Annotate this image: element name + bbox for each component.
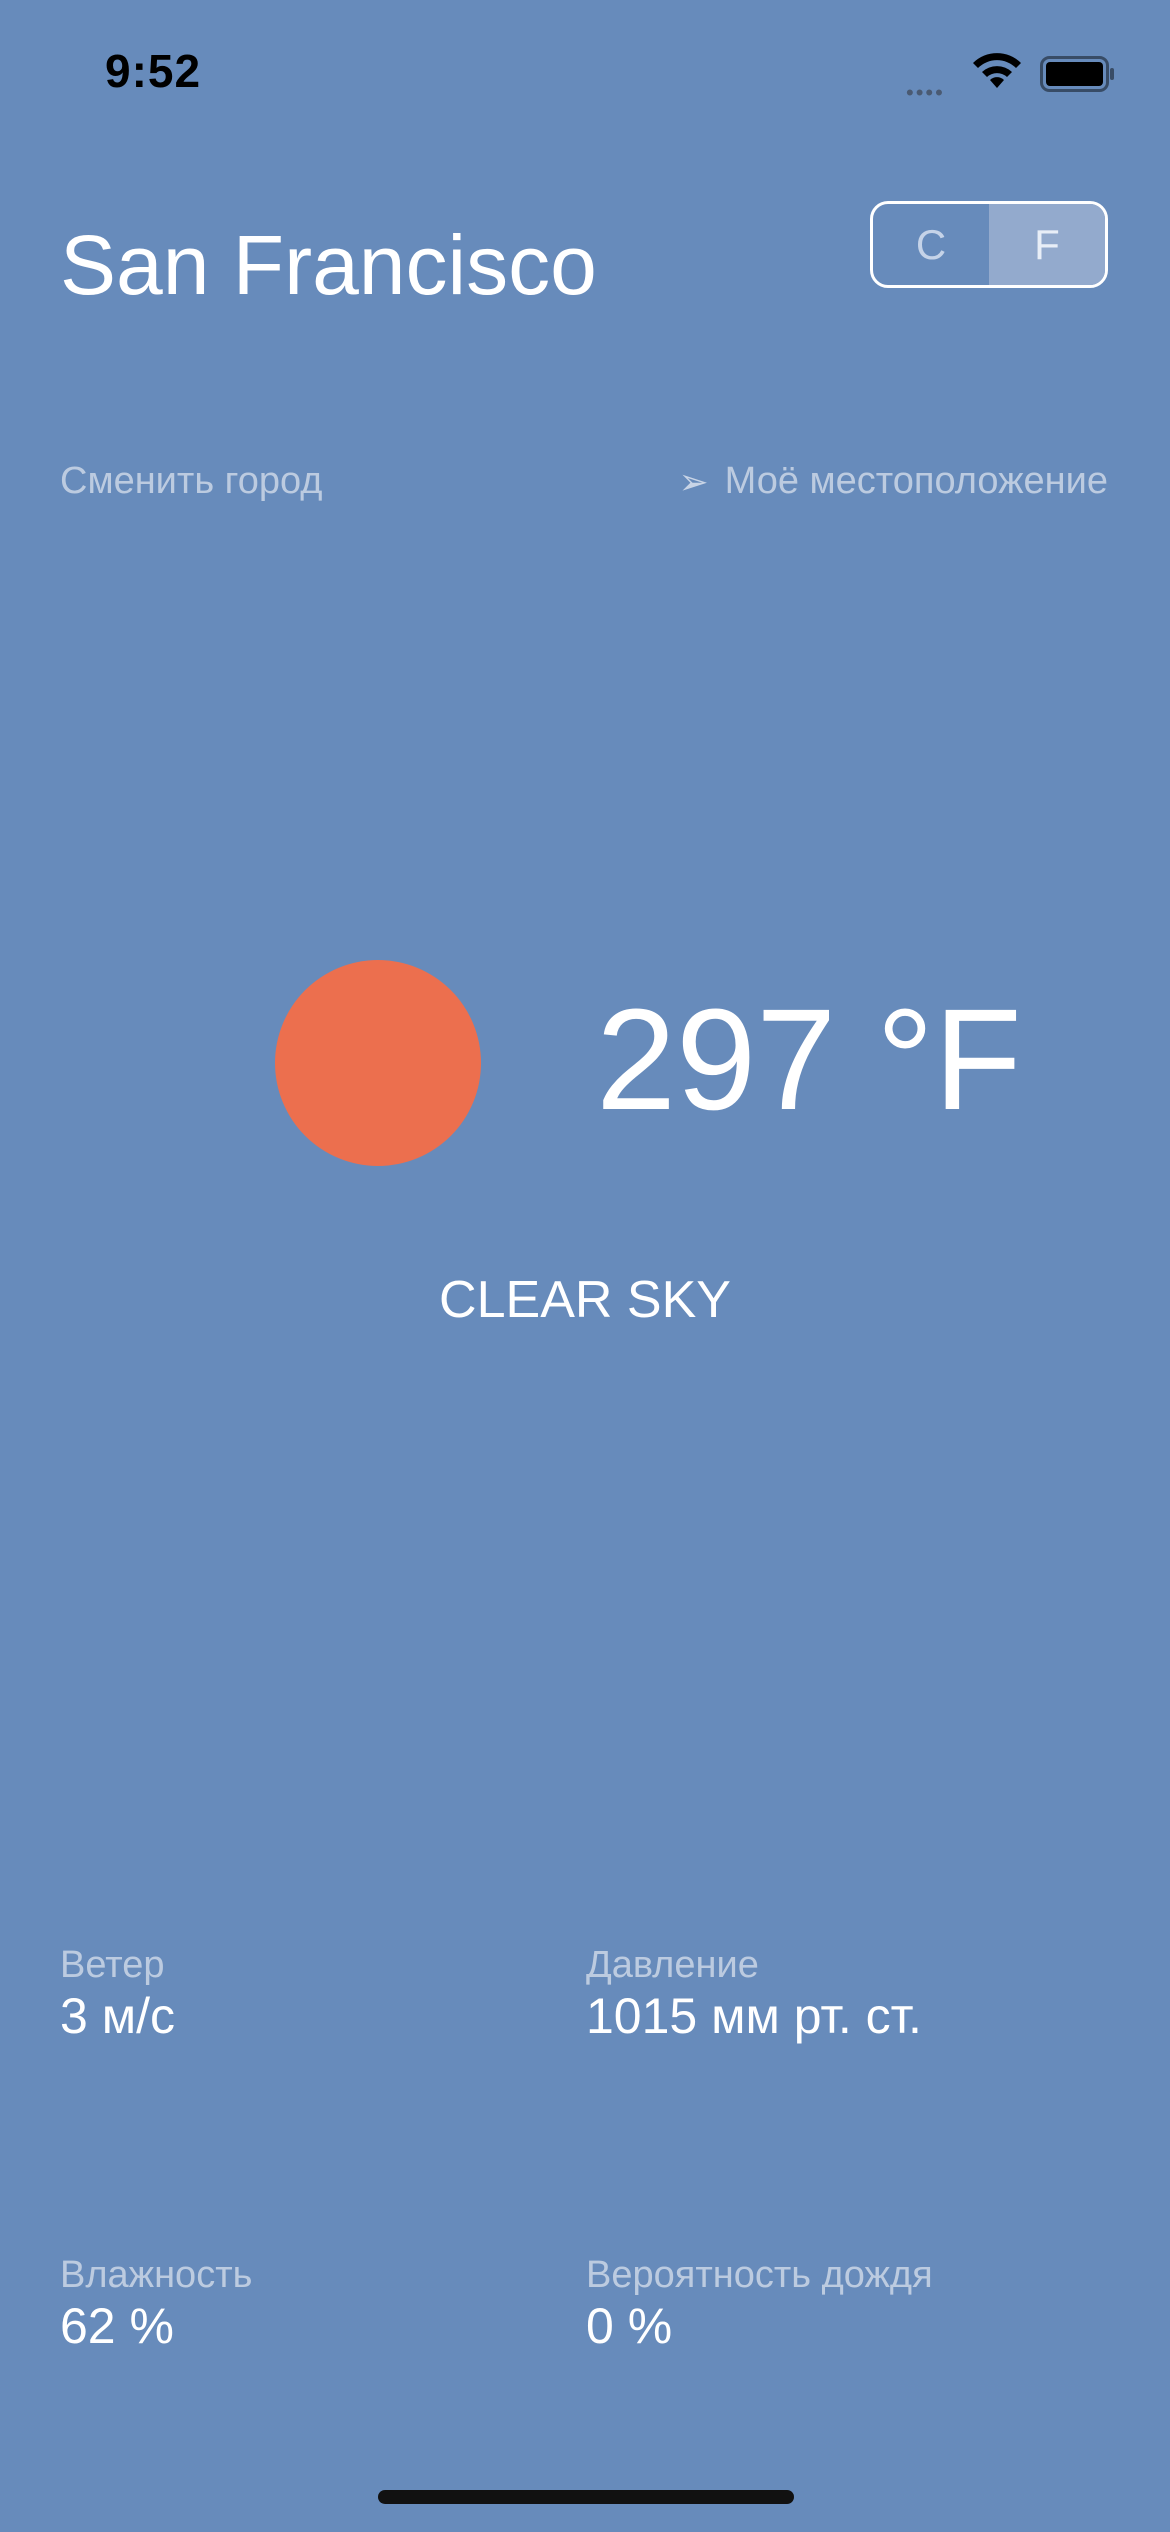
location-arrow-icon: ➢ bbox=[678, 460, 709, 502]
humidity-value: 62 % bbox=[60, 2298, 174, 2354]
change-city-link[interactable]: Сменить город bbox=[60, 460, 322, 503]
wind-detail: Ветер 3 м/с bbox=[60, 1944, 175, 2045]
fahrenheit-segment[interactable]: F bbox=[989, 204, 1105, 285]
rain-chance-detail: Вероятность дождя 0 % bbox=[586, 2254, 933, 2355]
my-location-link[interactable]: ➢ Моё местоположение bbox=[678, 460, 1108, 503]
unit-toggle[interactable]: C F bbox=[870, 201, 1108, 288]
humidity-detail: Влажность 62 % bbox=[60, 2254, 252, 2355]
humidity-label: Влажность bbox=[60, 2254, 253, 2296]
weather-description: CLEAR SKY bbox=[439, 1271, 731, 1329]
rain-chance-value: 0 % bbox=[586, 2298, 673, 2354]
status-time: 9:52 bbox=[105, 45, 202, 97]
my-location-label: Моё местоположение bbox=[724, 460, 1108, 502]
wifi-icon bbox=[973, 53, 1021, 88]
home-indicator[interactable] bbox=[378, 2490, 794, 2504]
celsius-segment[interactable]: C bbox=[873, 204, 989, 285]
rain-chance-label: Вероятность дождя bbox=[586, 2254, 933, 2296]
temperature: 297 °F bbox=[596, 979, 1022, 1140]
sun-icon bbox=[275, 960, 481, 1166]
pressure-detail: Давление 1015 мм рт. ст. bbox=[586, 1944, 922, 2045]
cellular-signal-icon: •••• bbox=[906, 80, 945, 105]
battery-icon bbox=[1040, 56, 1114, 92]
wind-value: 3 м/с bbox=[60, 1988, 175, 2044]
pressure-label: Давление bbox=[586, 1944, 759, 1986]
pressure-value: 1015 мм рт. ст. bbox=[586, 1988, 922, 2044]
wind-label: Ветер bbox=[60, 1944, 165, 1986]
city-name: San Francisco bbox=[60, 218, 597, 312]
